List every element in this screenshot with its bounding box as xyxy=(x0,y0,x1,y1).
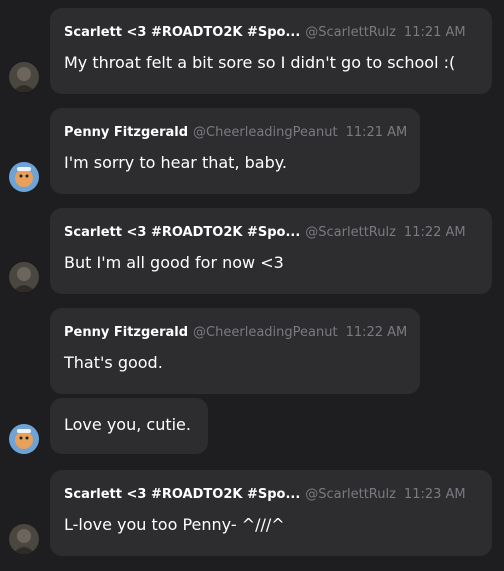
author-handle[interactable]: @ScarlettRulz xyxy=(305,487,396,502)
timestamp: 11:22 AM xyxy=(345,325,408,340)
message-text: That's good. xyxy=(64,353,163,372)
message-bubble: Scarlett <3 #ROADTO2K #Spo... @ScarlettRu… xyxy=(50,470,492,556)
author-name[interactable]: Penny Fitzgerald xyxy=(64,125,188,140)
message-text: But I'm all good for now <3 xyxy=(64,253,284,272)
author-handle[interactable]: @ScarlettRulz xyxy=(305,225,396,240)
message-header: Penny Fitzgerald @CheerleadingPeanut 11:22… xyxy=(64,325,407,341)
avatar-scarlett[interactable] xyxy=(9,262,39,292)
message-header: Scarlett <3 #ROADTO2K #Spo... @ScarlettRu… xyxy=(64,25,466,41)
author-name[interactable]: Scarlett <3 #ROADTO2K #Spo... xyxy=(64,225,300,240)
timestamp: 11:23 AM xyxy=(403,487,466,502)
author-name[interactable]: Penny Fitzgerald xyxy=(64,325,188,340)
message-text: Love you, cutie. xyxy=(64,415,191,434)
author-name[interactable]: Scarlett <3 #ROADTO2K #Spo... xyxy=(64,487,300,502)
message-bubble: Scarlett <3 #ROADTO2K #Spo... @ScarlettRu… xyxy=(50,8,492,94)
message-bubble: Love you, cutie. xyxy=(50,398,208,454)
author-handle[interactable]: @ScarlettRulz xyxy=(305,25,396,40)
avatar-scarlett[interactable] xyxy=(9,524,39,554)
timestamp: 11:21 AM xyxy=(345,125,408,140)
avatar-penny[interactable] xyxy=(9,424,39,454)
author-handle[interactable]: @CheerleadingPeanut xyxy=(193,325,338,340)
message-text: My throat felt a bit sore so I didn't go… xyxy=(64,53,456,72)
author-handle[interactable]: @CheerleadingPeanut xyxy=(193,125,338,140)
message-bubble: Scarlett <3 #ROADTO2K #Spo... @ScarlettRu… xyxy=(50,208,492,294)
message-header: Scarlett <3 #ROADTO2K #Spo... @ScarlettRu… xyxy=(64,487,466,503)
message-header: Penny Fitzgerald @CheerleadingPeanut 11:21… xyxy=(64,125,407,141)
timestamp: 11:22 AM xyxy=(403,225,466,240)
author-name[interactable]: Scarlett <3 #ROADTO2K #Spo... xyxy=(64,25,300,40)
avatar-penny[interactable] xyxy=(9,162,39,192)
avatar-scarlett[interactable] xyxy=(9,62,39,92)
message-bubble: Penny Fitzgerald @CheerleadingPeanut 11:21… xyxy=(50,108,420,194)
message-header: Scarlett <3 #ROADTO2K #Spo... @ScarlettRu… xyxy=(64,225,466,241)
message-text: I'm sorry to hear that, baby. xyxy=(64,153,287,172)
message-text: L-love you too Penny- ^///^ xyxy=(64,515,285,534)
timestamp: 11:21 AM xyxy=(403,25,466,40)
message-bubble: Penny Fitzgerald @CheerleadingPeanut 11:22… xyxy=(50,308,420,394)
